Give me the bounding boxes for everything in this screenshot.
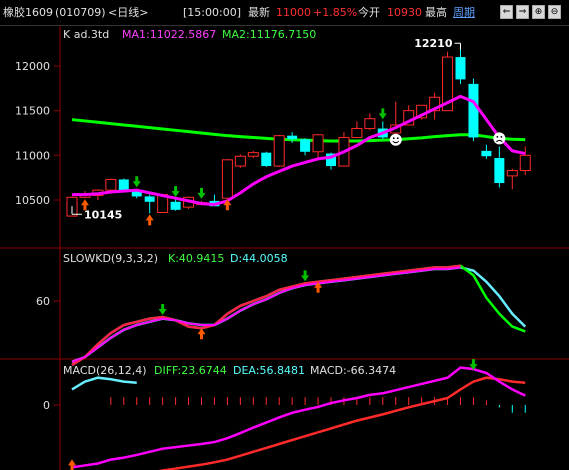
candle-body-up xyxy=(351,128,363,138)
kd-k-value: K:40.9415 xyxy=(168,252,224,265)
macd-title: MACD(26,12,4) xyxy=(63,364,147,377)
candle-body-up xyxy=(247,152,259,157)
macd-tick-label: 0 xyxy=(43,399,50,412)
candle-body-up xyxy=(506,170,518,177)
candle-body-down xyxy=(144,196,155,202)
candle-body-up xyxy=(364,118,376,130)
move-left-button[interactable]: ⇐ xyxy=(500,5,513,19)
face-eye xyxy=(392,137,395,140)
candle-body-down xyxy=(261,152,272,167)
candle-body-up xyxy=(312,134,324,153)
macd-diff-value: DIFF:23.6744 xyxy=(154,364,227,377)
sad-face-icon xyxy=(493,132,506,145)
candle-body-down xyxy=(494,158,505,184)
candle-body-down xyxy=(481,150,492,157)
high-price-label: 12210 xyxy=(414,37,453,50)
candle-body-down xyxy=(455,57,466,80)
candle-body-up xyxy=(234,155,246,167)
macd-hist-value: MACD:-66.3474 xyxy=(310,364,396,377)
candle-body-down xyxy=(300,139,311,152)
zoom-out-button[interactable]: ⊖ xyxy=(548,5,561,19)
price-tick-label: 11500 xyxy=(15,105,50,118)
latest-label: 最新 xyxy=(248,6,270,19)
candle-body-up xyxy=(105,178,117,191)
candle-body-down xyxy=(287,135,298,140)
kline-chart[interactable]: K ad.3td MA1:11022.5867 MA2:11176.7150 1… xyxy=(0,26,569,470)
period-label: <日线> xyxy=(108,6,149,19)
time-label: [15:00:00] xyxy=(183,6,241,19)
face-eye xyxy=(396,137,399,140)
change-percent: +1.85% xyxy=(313,6,358,19)
candle-body-up xyxy=(519,154,531,172)
candle-body-down xyxy=(170,201,181,210)
candle-body-down xyxy=(468,83,479,138)
kd-tick-label: 60 xyxy=(36,295,50,308)
candle-body-up xyxy=(221,159,233,199)
open-price: 10930 xyxy=(387,6,422,19)
price-tick-label: 12000 xyxy=(15,60,50,73)
open-label: 今开 xyxy=(358,6,380,19)
cycle-link[interactable]: 周期 xyxy=(453,6,475,19)
ma1-value: MA1:11022.5867 xyxy=(122,28,216,41)
smile-face-icon xyxy=(389,133,402,146)
kd-d-value: D:44.0058 xyxy=(230,252,288,265)
kd-title: SLOWKD(9,3,3,2) xyxy=(63,252,158,265)
candle-body-up xyxy=(273,135,285,167)
price-title: K ad.3td xyxy=(63,28,109,41)
price-tick-label: 11000 xyxy=(15,149,50,162)
face-eye xyxy=(500,135,503,138)
move-right-button[interactable]: ⇒ xyxy=(516,5,529,19)
quote-header: 橡胶1609 (010709) <日线> [15:00:00] 最新 11000… xyxy=(0,0,569,26)
zoom-in-button[interactable]: ⊕ xyxy=(532,5,545,19)
high-label: 最高 xyxy=(425,6,447,19)
symbol-name: 橡胶1609 xyxy=(3,6,53,19)
macd-dea-value: DEA:56.8481 xyxy=(233,364,305,377)
face-eye xyxy=(496,135,499,138)
low-price-label: 10145 xyxy=(84,208,122,221)
symbol-code: (010709) xyxy=(55,6,106,19)
latest-price: 11000 xyxy=(276,6,311,19)
ma2-value: MA2:11176.7150 xyxy=(222,28,316,41)
price-tick-label: 10500 xyxy=(15,194,50,207)
